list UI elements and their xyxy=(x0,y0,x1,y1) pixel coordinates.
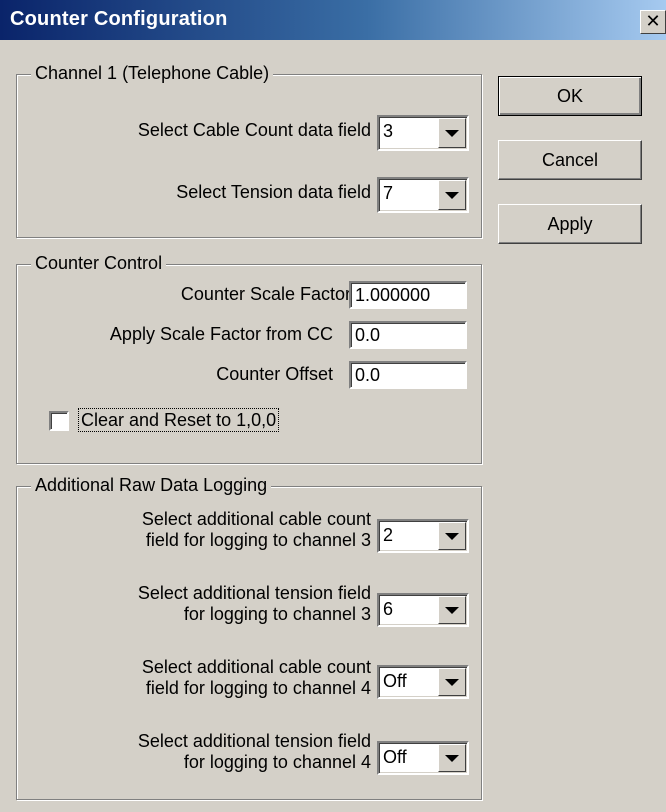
raw-logging-item-label: Select additional cable count field for … xyxy=(142,509,371,551)
chevron-down-icon xyxy=(445,607,459,614)
select-value: 2 xyxy=(383,525,394,545)
raw-logging-item-label: Select additional cable count field for … xyxy=(142,657,371,699)
reset-label[interactable]: Clear and Reset to 1,0,0 xyxy=(77,408,280,432)
ch4-tension-select[interactable]: Off xyxy=(377,741,469,775)
cable-count-dropdown-button[interactable] xyxy=(438,118,466,148)
label-line: Select additional cable count xyxy=(141,509,371,529)
apply-scale-input[interactable]: 0.0 xyxy=(349,321,467,349)
ch3-tension-select[interactable]: 6 xyxy=(377,593,469,627)
channel1-legend: Channel 1 (Telephone Cable) xyxy=(31,62,274,84)
scale-factor-label: Counter Scale Factor xyxy=(180,284,351,304)
dropdown-button[interactable] xyxy=(438,522,466,550)
chevron-down-icon xyxy=(445,679,459,686)
label-line: for logging to channel 3 xyxy=(183,604,371,624)
chevron-down-icon xyxy=(445,533,459,540)
raw-logging-item-label: Select additional tension field for logg… xyxy=(138,731,371,773)
dropdown-button[interactable] xyxy=(438,596,466,624)
cancel-button[interactable]: Cancel xyxy=(498,140,642,180)
raw-logging-legend: Additional Raw Data Logging xyxy=(31,474,272,496)
label-line: Select additional cable count xyxy=(141,657,371,677)
tension-dropdown-button[interactable] xyxy=(438,180,466,210)
select-value: Off xyxy=(383,671,407,691)
offset-input[interactable]: 0.0 xyxy=(349,361,467,389)
raw-logging-group: Additional Raw Data Logging Select addit… xyxy=(16,474,482,800)
dialog-body: OK Cancel Apply Channel 1 (Telephone Cab… xyxy=(10,40,666,812)
raw-logging-item-label: Select additional tension field for logg… xyxy=(138,583,371,625)
dropdown-button[interactable] xyxy=(438,668,466,696)
apply-scale-label: Apply Scale Factor from CC xyxy=(109,324,333,344)
cable-count-label: Select Cable Count data field xyxy=(137,120,371,140)
reset-checkbox[interactable] xyxy=(49,411,69,431)
offset-label: Counter Offset xyxy=(216,364,333,384)
close-button[interactable]: ✕ xyxy=(640,10,666,34)
dropdown-button[interactable] xyxy=(438,744,466,772)
close-icon: ✕ xyxy=(645,11,661,31)
label-line: field for logging to channel 4 xyxy=(145,678,371,698)
title-bar[interactable]: Counter Configuration ✕ xyxy=(0,0,666,40)
label-line: Select additional tension field xyxy=(137,731,371,751)
select-value: 6 xyxy=(383,599,394,619)
label-line: for logging to channel 4 xyxy=(183,752,371,772)
apply-button[interactable]: Apply xyxy=(498,204,642,244)
cable-count-select[interactable]: 3 xyxy=(377,115,469,151)
label-line: Select additional tension field xyxy=(137,583,371,603)
label-line: field for logging to channel 3 xyxy=(145,530,371,550)
ok-button[interactable]: OK xyxy=(498,76,642,116)
channel1-group: Channel 1 (Telephone Cable) Select Cable… xyxy=(16,62,482,238)
chevron-down-icon xyxy=(445,192,459,199)
window-title: Counter Configuration xyxy=(10,8,228,30)
tension-label: Select Tension data field xyxy=(176,182,371,202)
ch3-cable-count-select[interactable]: 2 xyxy=(377,519,469,553)
counter-control-group: Counter Control Counter Scale Factor 1.0… xyxy=(16,252,482,464)
cable-count-value: 3 xyxy=(383,121,394,141)
tension-select[interactable]: 7 xyxy=(377,177,469,213)
chevron-down-icon xyxy=(445,130,459,137)
ch4-cable-count-select[interactable]: Off xyxy=(377,665,469,699)
scale-factor-input[interactable]: 1.000000 xyxy=(349,281,467,309)
chevron-down-icon xyxy=(445,755,459,762)
select-value: Off xyxy=(383,747,407,767)
tension-value: 7 xyxy=(383,183,394,203)
counter-control-legend: Counter Control xyxy=(31,252,167,274)
